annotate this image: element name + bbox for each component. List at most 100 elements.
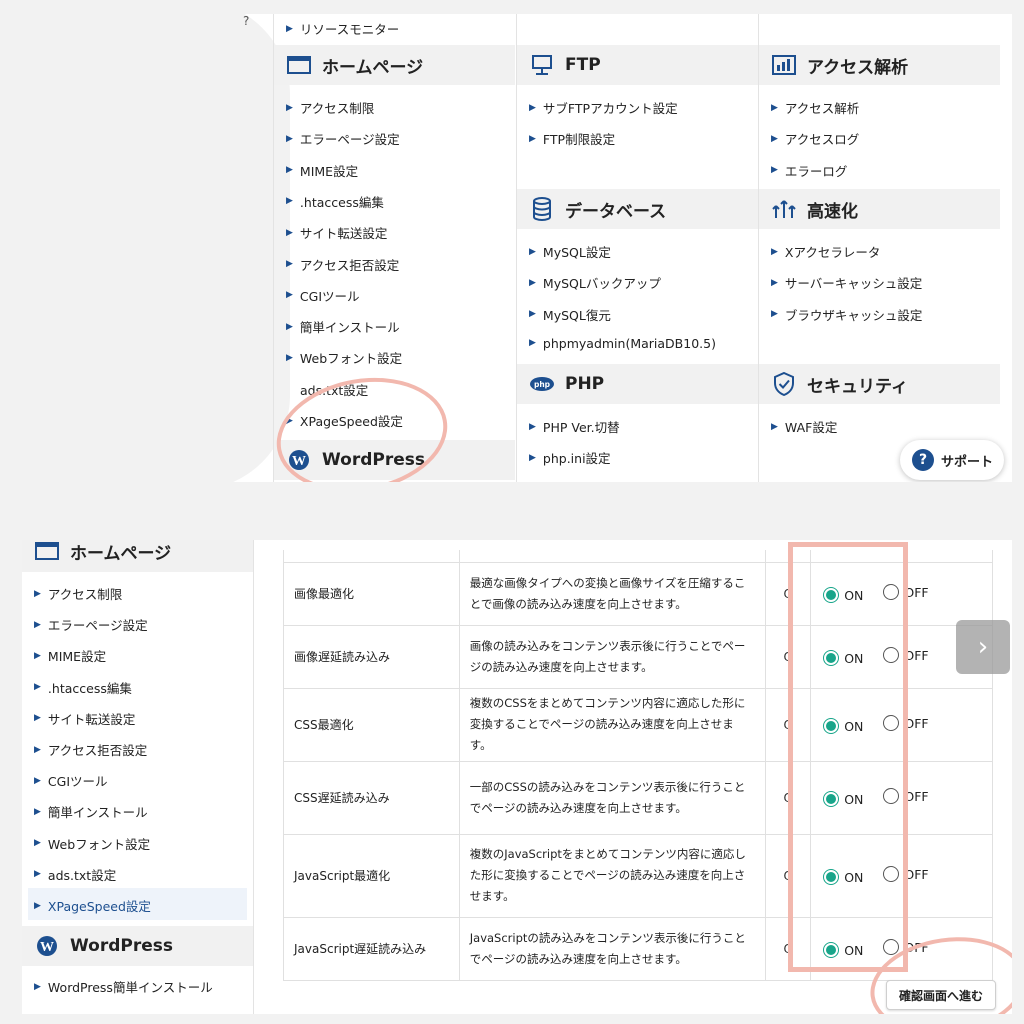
menu-link-database-3[interactable]: ▶ MySQL復元: [529, 305, 611, 324]
sidebar-item-3[interactable]: ▶ MIME設定: [34, 646, 106, 665]
radio-circle-icon[interactable]: [823, 791, 840, 807]
corner-glyph: ?: [243, 14, 250, 28]
sidebar-item-8[interactable]: ▶ 簡単インストール: [34, 802, 148, 821]
radio-off[interactable]: OFF: [883, 647, 929, 663]
chevron-right-icon: ▶: [34, 744, 41, 755]
chevron-right-icon: ▶: [529, 452, 536, 463]
radio-off[interactable]: OFF: [883, 788, 929, 804]
chevron-right-icon: ▶: [34, 900, 41, 911]
sidebar-item-5[interactable]: ▶ サイト転送設定: [34, 709, 135, 728]
menu-link-access-2[interactable]: ▶ アクセスログ: [771, 129, 859, 148]
on-off-options: ON OFF: [810, 916, 993, 981]
radio-on[interactable]: ON: [823, 650, 863, 666]
menu-link-homepage-2[interactable]: ▶ エラーページ設定: [286, 129, 400, 148]
chevron-right-icon: ▶: [34, 838, 41, 849]
menu-link-homepage-8[interactable]: ▶ 簡単インストール: [286, 317, 400, 336]
sidebar-item-11[interactable]: ▶ XPageSpeed設定: [34, 896, 151, 915]
php-icon: php: [529, 371, 555, 397]
radio-on[interactable]: ON: [823, 942, 863, 958]
radio-circle-icon[interactable]: [883, 715, 900, 731]
radio-circle-icon[interactable]: [883, 866, 900, 882]
ftp-column: FTP ▶ サブFTPアカウント設定 ▶ FTP制限設定 データベース ▶ MySQL設…: [516, 14, 758, 482]
next-slide-button[interactable]: ›: [956, 620, 1010, 674]
menu-link-resource-monitor[interactable]: ▶ リソースモニター: [286, 19, 399, 38]
menu-link-homepage-6[interactable]: ▶ アクセス拒否設定: [286, 255, 399, 274]
setting-name: 画像遅延読み込み: [283, 624, 460, 689]
database-icon: [529, 196, 555, 222]
chevron-right-icon: ▶: [529, 338, 536, 349]
chevron-right-icon: ▶: [771, 421, 778, 432]
sidebar-item-1[interactable]: ▶ アクセス制限: [34, 584, 122, 603]
menu-link-homepage-10[interactable]: ads.txt設定: [300, 380, 368, 399]
menu-link-homepage-5[interactable]: ▶ サイト転送設定: [286, 223, 387, 242]
chevron-right-icon: ▶: [34, 869, 41, 880]
support-button[interactable]: ? サポート: [900, 440, 1004, 480]
setting-description: JavaScriptの読み込みをコンテンツ表示後に行うことでページの読み込み速度…: [458, 916, 767, 981]
setting-description: 一部のCSSの読み込みをコンテンツ表示後に行うことでページの読み込み速度を向上さ…: [458, 760, 767, 835]
setting-name: CSS遅延読み込み: [283, 760, 460, 835]
chevron-right-icon: ▶: [286, 23, 293, 34]
radio-off[interactable]: OFF: [883, 939, 929, 955]
radio-circle-icon[interactable]: [823, 650, 840, 666]
menu-link-ftp-2[interactable]: ▶ FTP制限設定: [529, 129, 615, 148]
chevron-right-icon: ▶: [34, 682, 41, 693]
menu-link-homepage-4[interactable]: ▶ .htaccess編集: [286, 192, 384, 211]
radio-circle-icon[interactable]: [883, 939, 900, 955]
sidebar-item-10[interactable]: ▶ ads.txt設定: [34, 865, 116, 884]
radio-on[interactable]: ON: [823, 869, 863, 885]
menu-link-homepage-7[interactable]: ▶ CGIツール: [286, 286, 360, 305]
menu-link-ftp-1[interactable]: ▶ サブFTPアカウント設定: [529, 98, 678, 117]
menu-link-database-1[interactable]: ▶ MySQL設定: [529, 242, 611, 261]
radio-circle-icon[interactable]: [883, 647, 900, 663]
chevron-right-icon: ▶: [34, 981, 41, 992]
radio-off[interactable]: OFF: [883, 866, 929, 882]
radio-on[interactable]: ON: [823, 718, 863, 734]
chevron-right-icon: ▶: [34, 713, 41, 724]
menu-link-php-1[interactable]: ▶ PHP Ver.切替: [529, 417, 620, 436]
menu-link-homepage-3[interactable]: ▶ MIME設定: [286, 161, 358, 180]
on-off-options: ON OFF: [810, 833, 993, 918]
chevron-right-icon: ▶: [771, 309, 778, 320]
menu-link-database-2[interactable]: ▶ MySQLバックアップ: [529, 273, 661, 292]
confirm-button[interactable]: 確認画面へ進む: [886, 980, 996, 1010]
menu-link-access-3[interactable]: ▶ エラーログ: [771, 161, 847, 180]
sidebar-item-6[interactable]: ▶ アクセス拒否設定: [34, 740, 147, 759]
speed-arrows-icon: [771, 196, 797, 222]
current-status: O: [765, 760, 812, 835]
radio-circle-icon[interactable]: [883, 584, 900, 600]
sidebar-item-wordpress-install[interactable]: ▶ WordPress簡単インストール: [34, 977, 213, 996]
menu-link-database-4[interactable]: ▶ phpmyadmin(MariaDB10.5): [529, 336, 716, 351]
table-row: JavaScript遅延読み込み JavaScriptの読み込みをコンテンツ表示後…: [283, 916, 993, 981]
setting-name: CSS最適化: [283, 687, 460, 762]
menu-link-access-1[interactable]: ▶ アクセス解析: [771, 98, 859, 117]
radio-off[interactable]: OFF: [883, 715, 929, 731]
menu-link-speed-1[interactable]: ▶ Xアクセラレータ: [771, 242, 880, 261]
sidebar-item-2[interactable]: ▶ エラーページ設定: [34, 615, 148, 634]
radio-circle-icon[interactable]: [823, 718, 840, 734]
sidebar-item-4[interactable]: ▶ .htaccess編集: [34, 678, 132, 697]
setting-description: 画像の読み込みをコンテンツ表示後に行うことでページの読み込み速度を向上させます。: [458, 624, 767, 689]
radio-circle-icon[interactable]: [823, 942, 840, 958]
menu-link-security-1[interactable]: ▶ WAF設定: [771, 417, 837, 436]
current-status: O: [765, 916, 812, 981]
radio-circle-icon[interactable]: [823, 587, 840, 603]
menu-link-homepage-1[interactable]: ▶ アクセス制限: [286, 98, 374, 117]
window-icon: [34, 540, 60, 564]
chevron-right-icon: ▶: [34, 806, 41, 817]
menu-link-speed-3[interactable]: ▶ ブラウザキャッシュ設定: [771, 305, 922, 324]
radio-on[interactable]: ON: [823, 587, 863, 603]
chevron-right-icon: ▶: [771, 102, 778, 113]
sidebar-item-7[interactable]: ▶ CGIツール: [34, 771, 108, 790]
menu-link-php-2[interactable]: ▶ php.ini設定: [529, 448, 611, 467]
radio-off[interactable]: OFF: [883, 584, 929, 600]
radio-circle-icon[interactable]: [823, 869, 840, 885]
menu-link-homepage-11[interactable]: ▶ XPageSpeed設定: [286, 411, 403, 430]
section-header-database: データベース: [517, 189, 758, 229]
radio-on[interactable]: ON: [823, 791, 863, 807]
sidebar-item-9[interactable]: ▶ Webフォント設定: [34, 834, 150, 853]
radio-circle-icon[interactable]: [883, 788, 900, 804]
menu-link-speed-2[interactable]: ▶ サーバーキャッシュ設定: [771, 273, 922, 292]
chevron-right-icon: ▶: [286, 165, 293, 176]
wordpress-icon: W: [286, 447, 312, 473]
menu-link-homepage-9[interactable]: ▶ Webフォント設定: [286, 348, 402, 367]
